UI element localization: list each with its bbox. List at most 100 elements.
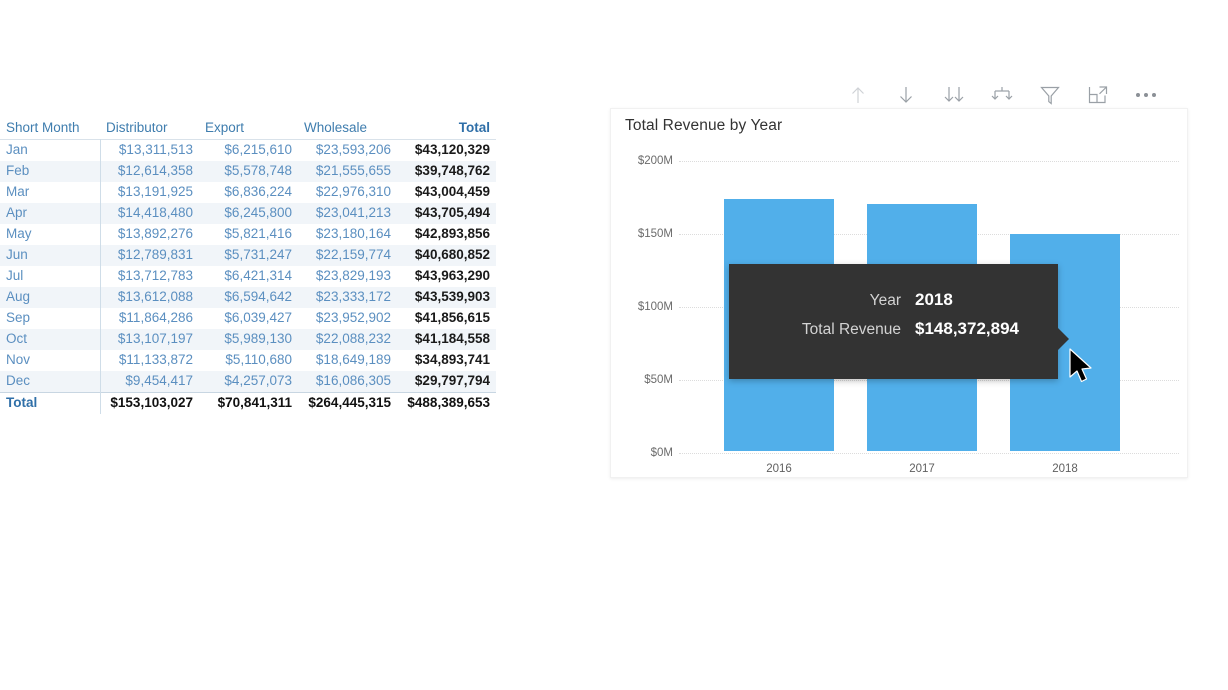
visual-header-toolbar <box>845 78 1185 112</box>
cell-month: Apr <box>0 203 101 224</box>
table-row[interactable]: May $13,892,276 $5,821,416 $23,180,164 $… <box>0 224 496 245</box>
matrix-table: Short Month Distributor Export Wholesale… <box>0 118 496 414</box>
cell-distributor: $11,864,286 <box>118 310 193 325</box>
cell-month: Mar <box>0 182 101 203</box>
cell-total: $43,004,459 <box>414 184 490 199</box>
cell-total: $40,680,852 <box>414 247 490 262</box>
cell-export: $6,594,642 <box>224 289 292 304</box>
cell-month: Sep <box>0 308 101 329</box>
filter-icon[interactable] <box>1037 82 1063 108</box>
go-to-next-level-icon[interactable] <box>941 82 967 108</box>
tooltip-row-total-revenue: Total Revenue $148,372,894 <box>729 319 1058 339</box>
tooltip-value: $148,372,894 <box>915 319 1019 338</box>
cell-wholesale: $23,952,902 <box>315 310 391 325</box>
cell-total: $39,748,762 <box>414 163 490 178</box>
x-tick-label: 2018 <box>1052 463 1078 475</box>
cell-export: $5,821,416 <box>224 226 292 241</box>
tooltip-key: Total Revenue <box>801 321 901 338</box>
cell-total-distributor: $153,103,027 <box>110 395 193 410</box>
cell-total: $43,963,290 <box>414 268 490 283</box>
column-header-distributor[interactable]: Distributor <box>100 118 199 140</box>
cell-month: Aug <box>0 287 101 308</box>
table-row[interactable]: Oct $13,107,197 $5,989,130 $22,088,232 $… <box>0 329 496 350</box>
cell-wholesale: $23,041,213 <box>315 205 391 220</box>
cell-month: Feb <box>0 161 101 182</box>
cell-export: $5,731,247 <box>224 247 292 262</box>
cell-distributor: $13,191,925 <box>117 184 193 199</box>
cell-month: Oct <box>0 329 101 350</box>
cell-month: May <box>0 224 101 245</box>
cell-total: $42,893,856 <box>414 226 490 241</box>
cell-export: $6,836,224 <box>224 184 292 199</box>
y-tick-label: $50M <box>644 374 673 386</box>
cell-distributor: $14,418,480 <box>117 205 193 220</box>
more-options-dots <box>1136 93 1156 97</box>
table-row[interactable]: Jul $13,712,783 $6,421,314 $23,829,193 $… <box>0 266 496 287</box>
x-tick-label: 2016 <box>766 463 792 475</box>
cell-export: $5,989,130 <box>224 331 292 346</box>
cell-wholesale: $23,180,164 <box>315 226 391 241</box>
cell-month: Dec <box>0 371 101 393</box>
cell-export: $6,215,610 <box>224 142 292 157</box>
cell-export: $6,039,427 <box>224 310 292 325</box>
table-row[interactable]: Sep $11,864,286 $6,039,427 $23,952,902 $… <box>0 308 496 329</box>
table-row[interactable]: Apr $14,418,480 $6,245,800 $23,041,213 $… <box>0 203 496 224</box>
cell-distributor: $13,612,088 <box>117 289 193 304</box>
cell-total: $43,539,903 <box>414 289 490 304</box>
cell-distributor: $12,789,831 <box>117 247 193 262</box>
drill-up-icon[interactable] <box>845 82 871 108</box>
tooltip-rows: Year 2018 Total Revenue $148,372,894 <box>729 290 1058 348</box>
cell-total: $43,705,494 <box>414 205 490 220</box>
cell-total: $34,893,741 <box>414 352 490 367</box>
cell-wholesale: $16,086,305 <box>315 373 391 388</box>
cell-distributor: $13,712,783 <box>117 268 193 283</box>
more-options-icon[interactable] <box>1133 82 1159 108</box>
matrix-header: Short Month Distributor Export Wholesale… <box>0 118 496 140</box>
table-row[interactable]: Feb $12,614,358 $5,578,748 $21,555,655 $… <box>0 161 496 182</box>
cell-total: $41,184,558 <box>414 331 490 346</box>
tooltip-value: 2018 <box>915 290 953 309</box>
table-row[interactable]: Jan $13,311,513 $6,215,610 $23,593,206 $… <box>0 139 496 161</box>
table-row[interactable]: Aug $13,612,088 $6,594,642 $23,333,172 $… <box>0 287 496 308</box>
cell-total: $29,797,794 <box>414 373 490 388</box>
cell-wholesale: $23,829,193 <box>315 268 391 283</box>
report-canvas: Short Month Distributor Export Wholesale… <box>0 0 1228 690</box>
focus-mode-icon[interactable] <box>1085 82 1111 108</box>
matrix-grand-total-row[interactable]: Total $153,103,027 $70,841,311 $264,445,… <box>0 392 496 414</box>
column-header-wholesale[interactable]: Wholesale <box>298 118 397 140</box>
table-row[interactable]: Jun $12,789,831 $5,731,247 $22,159,774 $… <box>0 245 496 266</box>
cell-export: $6,421,314 <box>224 268 292 283</box>
cell-month: Jun <box>0 245 101 266</box>
table-row[interactable]: Nov $11,133,872 $5,110,680 $18,649,189 $… <box>0 350 496 371</box>
column-header-total[interactable]: Total <box>397 118 496 140</box>
table-row[interactable]: Dec $9,454,417 $4,257,073 $16,086,305 $2… <box>0 371 496 393</box>
column-header-export[interactable]: Export <box>199 118 298 140</box>
cell-month: Jan <box>0 139 101 161</box>
y-tick-label: $200M <box>637 155 673 167</box>
cell-total-label: Total <box>0 392 101 414</box>
cell-total-wholesale: $264,445,315 <box>308 395 391 410</box>
cell-wholesale: $18,649,189 <box>315 352 391 367</box>
matrix-body: Jan $13,311,513 $6,215,610 $23,593,206 $… <box>0 139 496 414</box>
expand-all-down-icon[interactable] <box>989 82 1015 108</box>
cell-distributor: $12,614,358 <box>117 163 193 178</box>
x-tick-label: 2017 <box>909 463 935 475</box>
cell-export: $4,257,073 <box>224 373 292 388</box>
cell-distributor: $13,892,276 <box>117 226 193 241</box>
cell-distributor: $11,133,872 <box>118 352 193 367</box>
y-tick-label: $100M <box>637 301 673 313</box>
column-header-short-month[interactable]: Short Month <box>0 118 100 140</box>
cell-distributor: $9,454,417 <box>125 373 193 388</box>
chart-tooltip: Year 2018 Total Revenue $148,372,894 <box>729 264 1069 379</box>
drill-down-toggle-icon[interactable] <box>893 82 919 108</box>
tooltip-arrow-icon <box>1058 328 1069 350</box>
table-row[interactable]: Mar $13,191,925 $6,836,224 $22,976,310 $… <box>0 182 496 203</box>
y-tick-label: $0M <box>650 447 673 459</box>
tooltip-key: Year <box>869 292 901 309</box>
cell-export: $6,245,800 <box>224 205 292 220</box>
cell-month: Nov <box>0 350 101 371</box>
cell-wholesale: $23,333,172 <box>315 289 391 304</box>
cell-total: $43,120,329 <box>414 142 490 157</box>
cell-wholesale: $22,159,774 <box>315 247 391 262</box>
matrix-visual[interactable]: Short Month Distributor Export Wholesale… <box>0 118 496 414</box>
